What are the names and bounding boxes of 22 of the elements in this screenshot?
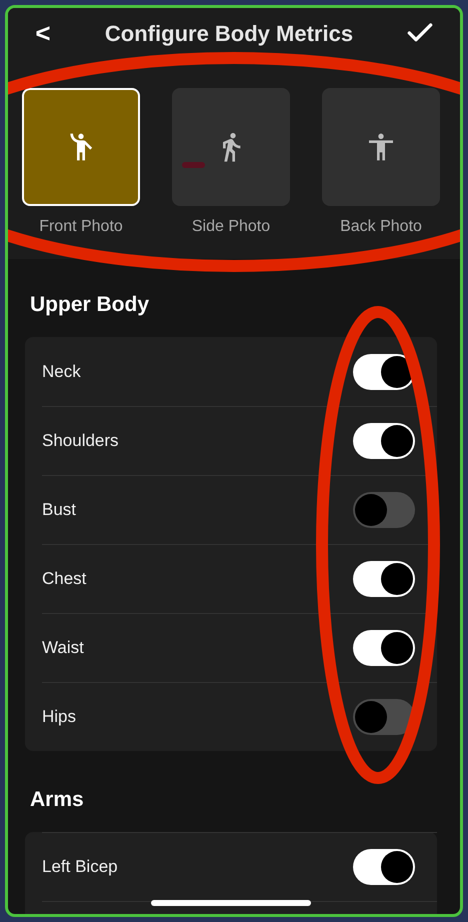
metric-label: Hips bbox=[42, 706, 76, 728]
photo-label: Side Photo bbox=[192, 217, 270, 237]
metric-label: Left Bicep bbox=[42, 856, 118, 878]
toggle-switch[interactable] bbox=[353, 423, 415, 459]
metric-label: Bust bbox=[42, 499, 76, 522]
metric-label: Shoulders bbox=[42, 430, 119, 452]
metric-label: Chest bbox=[42, 568, 86, 590]
toggle-switch[interactable] bbox=[353, 492, 415, 528]
photo-card[interactable] bbox=[22, 88, 140, 206]
toggle-switch[interactable] bbox=[353, 849, 415, 885]
screen-title: Configure Body Metrics bbox=[104, 20, 354, 48]
metric-label: Neck bbox=[42, 360, 81, 383]
section-heading: Arms bbox=[29, 788, 85, 812]
toggle-switch[interactable] bbox=[353, 699, 415, 735]
section-heading: Upper Body bbox=[29, 293, 150, 317]
back-button[interactable]: < bbox=[32, 14, 54, 52]
metric-label: Waist bbox=[42, 637, 84, 660]
toggle-switch[interactable] bbox=[353, 630, 415, 666]
dash-mark bbox=[182, 162, 205, 168]
photo-label: Back Photo bbox=[340, 217, 422, 237]
toggle-switch[interactable] bbox=[353, 561, 415, 597]
photo-label: Front Photo bbox=[39, 217, 123, 237]
